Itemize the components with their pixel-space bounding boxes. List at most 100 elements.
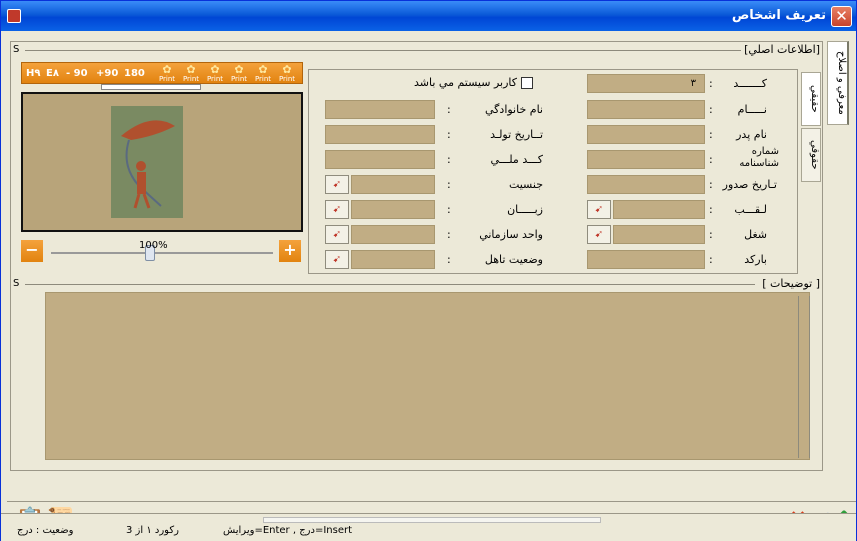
app-icon xyxy=(7,9,21,23)
person-form: ٣ : كـــــــد : نـــــام : نام پدر : شما… xyxy=(308,69,798,274)
window: تعريف اشخاص ✕ معرفي و اصلاح S [اطلاعات ا… xyxy=(0,0,857,541)
rotate-minus90-button[interactable]: - 90 xyxy=(66,65,88,83)
description-header-label: [ توضيحات ] xyxy=(762,277,820,290)
issue-date-field[interactable] xyxy=(587,175,705,194)
print-label: Print xyxy=(278,75,296,83)
window-title: تعريف اشخاص xyxy=(731,8,826,23)
barcode-label: باركد xyxy=(744,253,767,266)
colon: : xyxy=(709,153,713,166)
zoom-slider-track[interactable] xyxy=(51,252,273,254)
tab-real-person[interactable]: حقيقي xyxy=(801,72,821,126)
barcode-field[interactable] xyxy=(587,250,705,269)
title-bar: تعريف اشخاص ✕ xyxy=(1,1,856,31)
print-button-3[interactable]: ✿ Print xyxy=(204,64,226,84)
language-field[interactable] xyxy=(351,200,435,219)
birth-date-field[interactable] xyxy=(325,125,435,144)
print-label: Print xyxy=(254,75,272,83)
language-label: زبـــــان xyxy=(507,203,543,216)
colon: : xyxy=(447,128,451,141)
job-picker-button[interactable]: ➹ xyxy=(587,225,611,244)
colon: : xyxy=(447,103,451,116)
marital-picker-button[interactable]: ➹ xyxy=(325,250,349,269)
colon: : xyxy=(709,228,713,241)
colon: : xyxy=(709,253,713,266)
main-panel: S [اطلاعات اصلي] H٩ E٨ - 90 +90 180 ✿ Pri… xyxy=(10,41,823,471)
colon: : xyxy=(709,77,713,90)
close-button[interactable]: ✕ xyxy=(831,6,852,27)
job-field[interactable] xyxy=(613,225,705,244)
image-toolbar: H٩ E٨ - 90 +90 180 ✿ Print ✿ Print ✿ Print … xyxy=(21,62,303,84)
title-field[interactable] xyxy=(613,200,705,219)
print-button-1[interactable]: ✿ Print xyxy=(156,64,178,84)
code-field[interactable]: ٣ xyxy=(587,74,705,93)
divider xyxy=(25,50,741,51)
rotate-180-button[interactable]: 180 xyxy=(124,65,145,83)
birth-date-label: تــاريخ تولـد xyxy=(490,128,543,141)
name-label: نـــــام xyxy=(737,103,767,116)
print-button-2[interactable]: ✿ Print xyxy=(180,64,202,84)
family-name-field[interactable] xyxy=(325,100,435,119)
colon: : xyxy=(447,203,451,216)
id-number-field[interactable] xyxy=(587,150,705,169)
colon: : xyxy=(709,203,713,216)
colon: : xyxy=(447,253,451,266)
zoom-value: 100% xyxy=(139,240,168,251)
h-button[interactable]: H٩ xyxy=(26,65,40,83)
gender-field[interactable] xyxy=(351,175,435,194)
zoom-control: − 100% + xyxy=(21,240,303,262)
e-button[interactable]: E٨ xyxy=(46,65,59,83)
gender-picker-button[interactable]: ➹ xyxy=(325,175,349,194)
person-photo xyxy=(111,106,183,218)
print-button-5[interactable]: ✿ Print xyxy=(252,64,274,84)
print-label: Print xyxy=(230,75,248,83)
title-picker-button[interactable]: ➹ xyxy=(587,200,611,219)
collapse-marker[interactable]: S xyxy=(13,44,19,55)
colon: : xyxy=(447,153,451,166)
national-code-label: كـــد ملـــي xyxy=(490,153,543,166)
issue-date-label: تـاريخ صدور xyxy=(722,178,777,191)
org-unit-picker-button[interactable]: ➹ xyxy=(325,225,349,244)
gear-icon: ✿ xyxy=(234,63,244,76)
rotate-plus90-button[interactable]: +90 xyxy=(96,65,118,83)
job-label: شغل xyxy=(744,228,767,241)
gear-icon: ✿ xyxy=(210,63,220,76)
gear-icon: ✿ xyxy=(186,63,196,76)
system-user-checkbox[interactable] xyxy=(521,77,533,89)
system-user-label: كاربر سيستم مي باشد xyxy=(414,76,517,89)
main-group-header: S [اطلاعات اصلي] xyxy=(11,43,824,58)
colon: : xyxy=(447,178,451,191)
collapse-marker[interactable]: S xyxy=(13,278,19,289)
national-code-field[interactable] xyxy=(325,150,435,169)
language-picker-button[interactable]: ➹ xyxy=(325,200,349,219)
title-label: لـقـــب xyxy=(734,203,767,216)
print-button-6[interactable]: ✿ Print xyxy=(276,64,298,84)
colon: : xyxy=(447,228,451,241)
status-mode: وضعيت : درج xyxy=(17,525,74,536)
marital-status-field[interactable] xyxy=(351,250,435,269)
vertical-tabs: معرفي و اصلاح xyxy=(821,39,853,469)
status-record: ركورد ١ از 3 xyxy=(126,525,179,536)
gear-icon: ✿ xyxy=(162,63,172,76)
divider xyxy=(25,284,755,285)
status-splitter[interactable] xyxy=(263,517,601,523)
status-hint: Insert=درج , Enter=ويرايش xyxy=(223,525,353,536)
tab-main[interactable]: معرفي و اصلاح xyxy=(827,41,849,125)
family-name-label: نام خانوادگي xyxy=(485,103,543,116)
id-number-label: شماره شناسنامه xyxy=(739,146,779,169)
gender-label: جنسيت xyxy=(508,178,543,191)
zoom-out-button[interactable]: − xyxy=(21,240,43,262)
description-scrollbar[interactable] xyxy=(798,296,810,458)
code-label: كـــــــد xyxy=(733,77,767,90)
main-header-label: [اطلاعات اصلي] xyxy=(744,43,820,56)
org-unit-field[interactable] xyxy=(351,225,435,244)
toolbar-dropdown[interactable] xyxy=(101,84,201,90)
name-field[interactable] xyxy=(587,100,705,119)
print-button-4[interactable]: ✿ Print xyxy=(228,64,250,84)
marital-status-label: وضعيت تاهل xyxy=(484,253,543,266)
zoom-in-button[interactable]: + xyxy=(279,240,301,262)
tab-legal-person[interactable]: حقوقي xyxy=(801,128,821,182)
description-textarea[interactable] xyxy=(45,292,810,460)
status-bar: Insert=درج , Enter=ويرايش ركورد ١ از 3 و… xyxy=(1,513,856,541)
father-name-field[interactable] xyxy=(587,125,705,144)
print-label: Print xyxy=(182,75,200,83)
